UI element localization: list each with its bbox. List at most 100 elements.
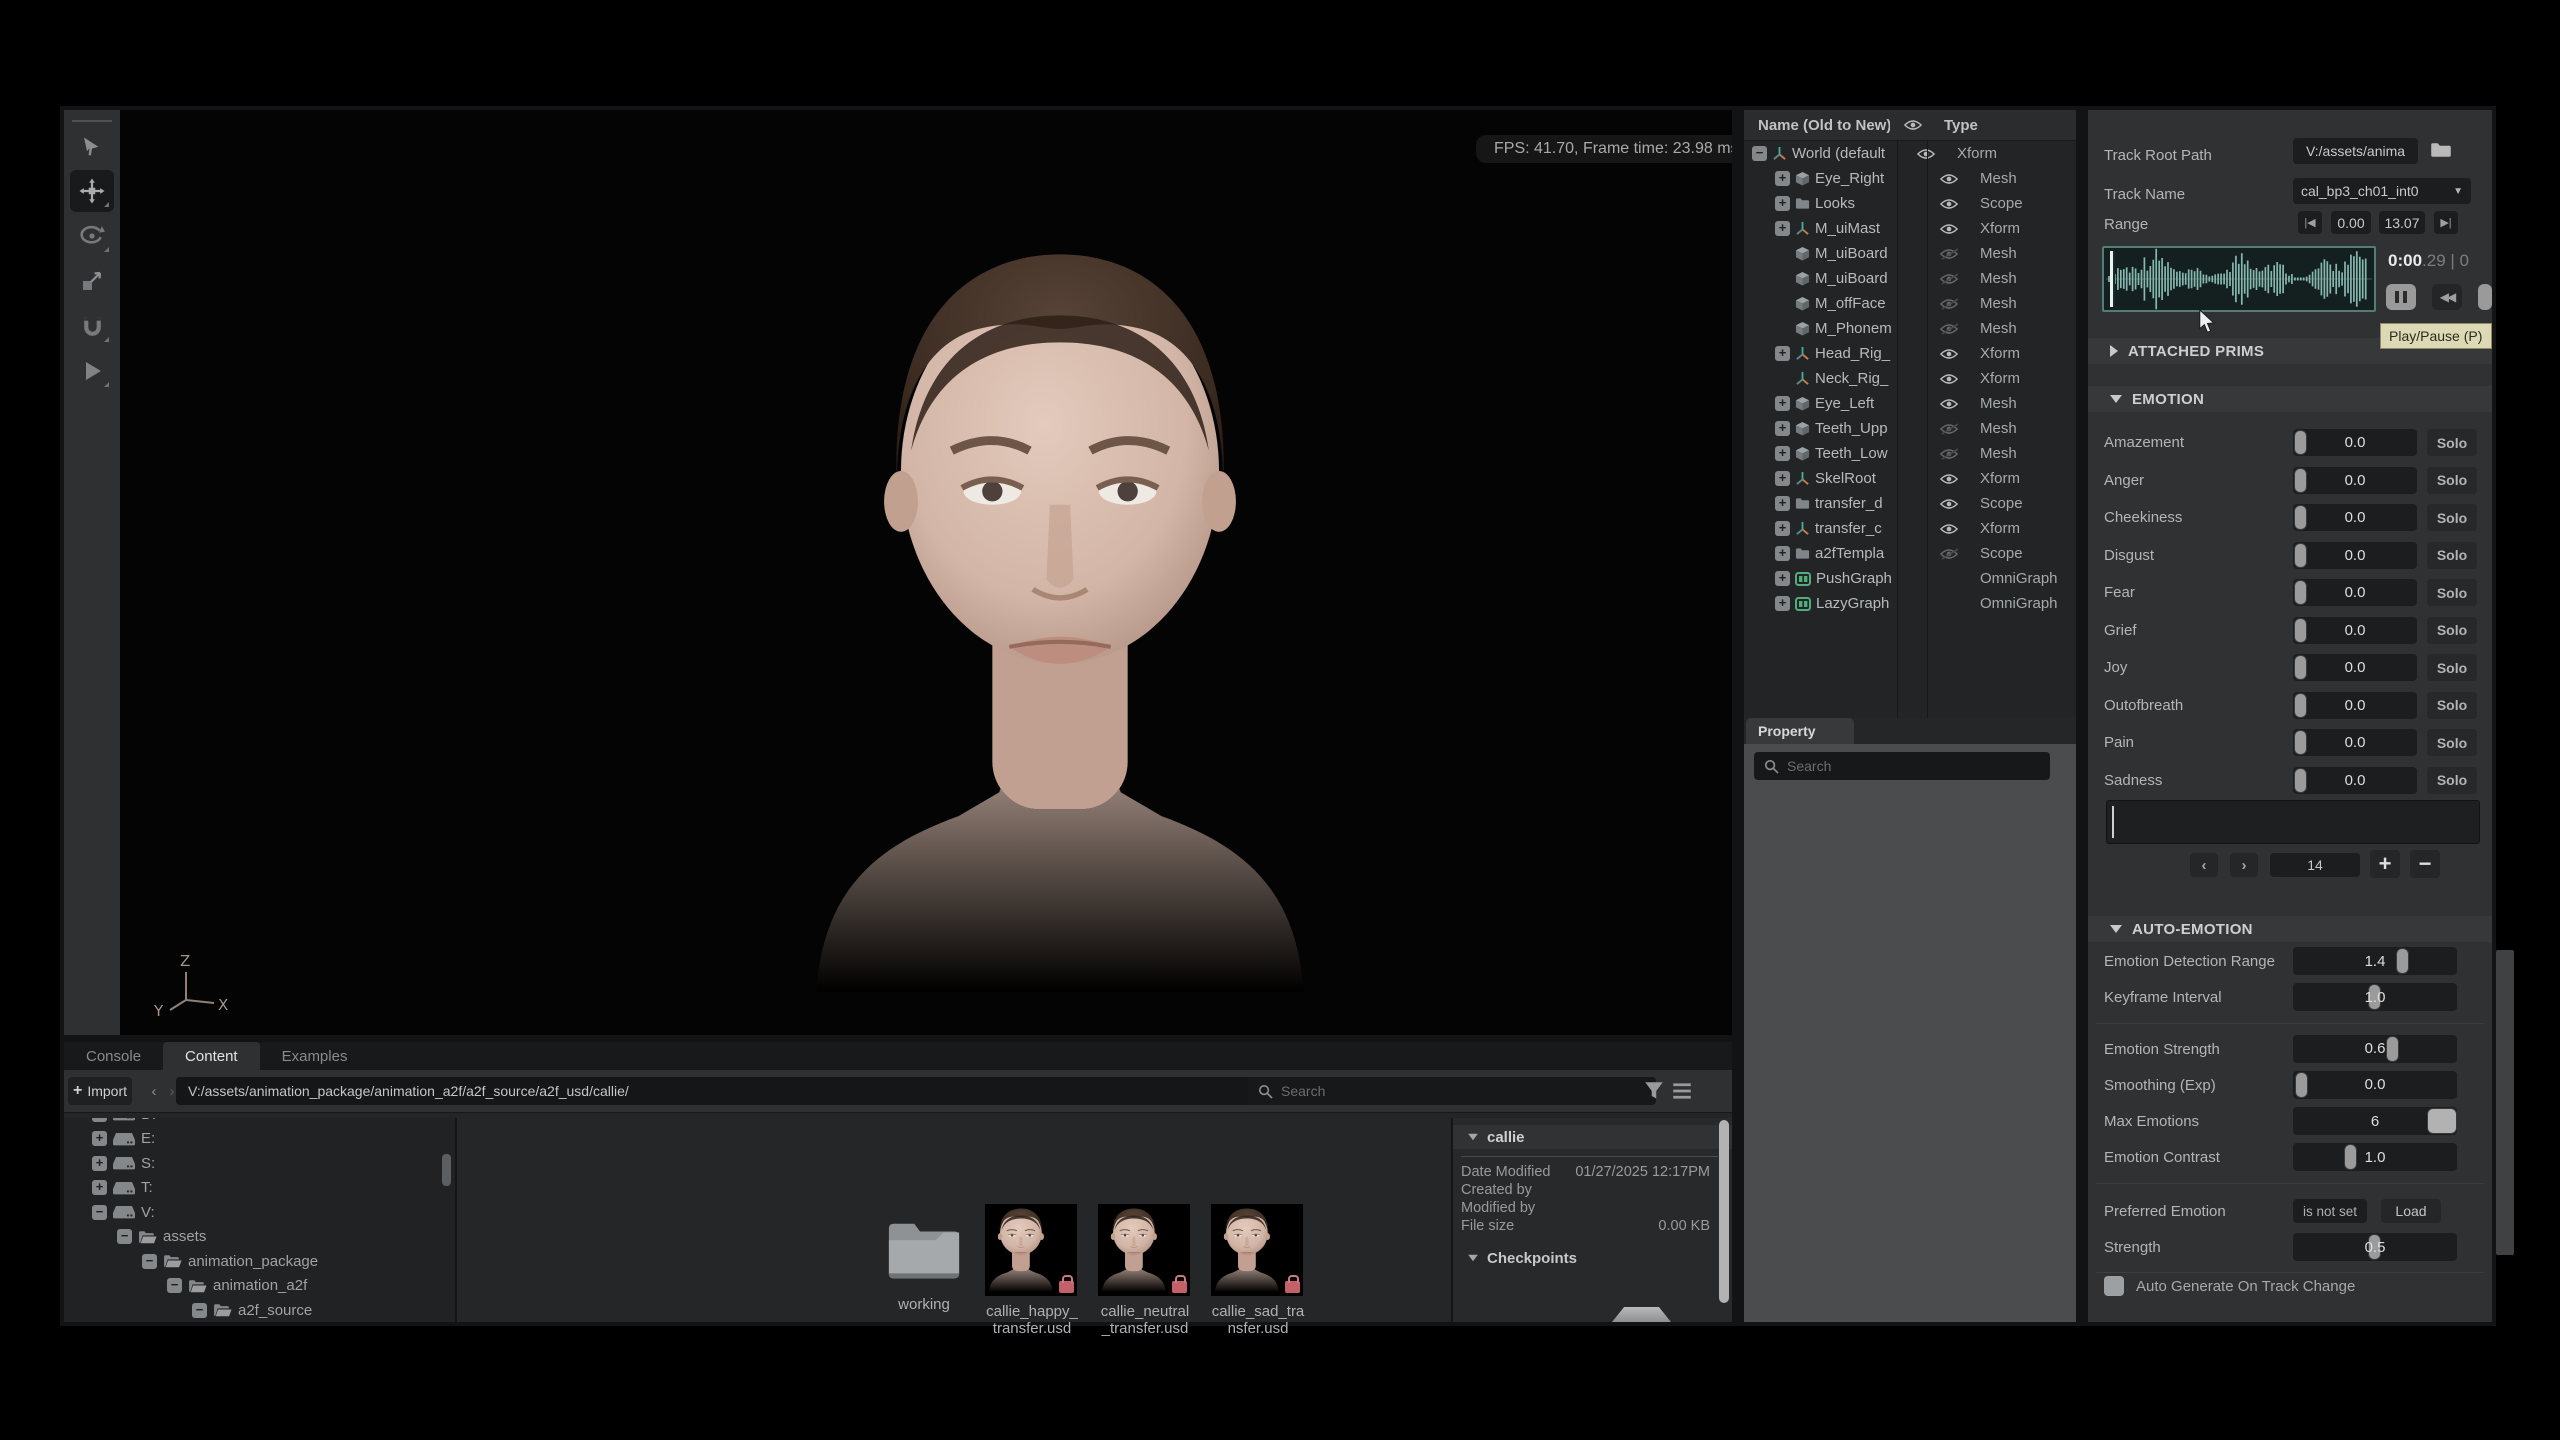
- select-tool-button[interactable]: [70, 125, 114, 167]
- visibility-eye-off-icon[interactable]: [1940, 448, 1958, 460]
- emotion-slider[interactable]: 0.0: [2293, 767, 2417, 794]
- preferred-emotion-value[interactable]: is not set: [2293, 1199, 2367, 1223]
- visibility-eye-off-icon[interactable]: [1940, 273, 1958, 285]
- snap-tool-button[interactable]: [70, 305, 114, 347]
- auto-generate-checkbox[interactable]: [2104, 1276, 2124, 1296]
- expand-toggle-icon[interactable]: [1775, 221, 1790, 236]
- stage-tree-row[interactable]: M_uiBoard Mesh: [1744, 266, 2076, 291]
- expand-toggle-icon[interactable]: [167, 1278, 182, 1293]
- visibility-eye-off-icon[interactable]: [1940, 423, 1958, 435]
- pause-button[interactable]: [2386, 284, 2416, 310]
- file-item[interactable]: callie_neutral_transfer.usd: [1098, 1204, 1192, 1337]
- expand-toggle-icon[interactable]: [1775, 446, 1790, 461]
- visibility-eye-icon[interactable]: [1940, 223, 1958, 235]
- tab-console[interactable]: Console: [64, 1042, 163, 1070]
- expand-toggle-icon[interactable]: [1775, 471, 1790, 486]
- stage-tree-row[interactable]: M_uiMast Xform: [1744, 216, 2076, 241]
- visibility-eye-icon[interactable]: [1917, 148, 1935, 160]
- visibility-eye-icon[interactable]: [1940, 373, 1958, 385]
- visibility-eye-icon[interactable]: [1940, 473, 1958, 485]
- visibility-eye-off-icon[interactable]: [1940, 248, 1958, 260]
- path-breadcrumb-field[interactable]: V:/assets/animation_package/animation_a2…: [176, 1077, 1253, 1105]
- file-item[interactable]: working: [877, 1204, 971, 1313]
- details-header[interactable]: callie: [1453, 1125, 1732, 1149]
- emotion-slider[interactable]: 0.0: [2293, 467, 2417, 494]
- emotion-slider[interactable]: 0.0: [2293, 504, 2417, 531]
- file-item[interactable]: callie_sad_transfer.usd: [1211, 1204, 1305, 1337]
- stage-col-type[interactable]: Type: [1922, 117, 1978, 134]
- emotion-slider[interactable]: 0.0: [2293, 692, 2417, 719]
- expand-toggle-icon[interactable]: [1775, 571, 1790, 586]
- filter-icon[interactable]: [1644, 1081, 1664, 1101]
- auto-emotion-slider[interactable]: 1.0: [2293, 983, 2457, 1011]
- add-keyframe-button[interactable]: +: [2370, 850, 2400, 878]
- details-scrollbar-handle[interactable]: [1719, 1120, 1729, 1303]
- skip-to-end-button[interactable]: ▶|: [2434, 211, 2458, 234]
- solo-button[interactable]: Solo: [2427, 542, 2477, 569]
- expand-toggle-icon[interactable]: [1775, 396, 1790, 411]
- expand-toggle-icon[interactable]: [92, 1118, 107, 1122]
- expand-toggle-icon[interactable]: [142, 1254, 157, 1269]
- solo-button[interactable]: Solo: [2427, 467, 2477, 494]
- stage-header-row[interactable]: Name (Old to New) Type: [1744, 110, 2076, 141]
- tab-content[interactable]: Content: [163, 1042, 260, 1070]
- solo-button[interactable]: Solo: [2427, 579, 2477, 606]
- expand-toggle-icon[interactable]: [1775, 196, 1790, 211]
- range-start-value[interactable]: 0.00: [2331, 211, 2371, 234]
- expand-toggle-icon[interactable]: [117, 1229, 132, 1244]
- prev-keyframe-button[interactable]: ‹: [2190, 853, 2218, 877]
- visibility-eye-icon[interactable]: [1940, 348, 1958, 360]
- solo-button[interactable]: Solo: [2427, 654, 2477, 681]
- stage-tree-row[interactable]: M_offFace Mesh: [1744, 291, 2076, 316]
- expand-toggle-icon[interactable]: [92, 1131, 107, 1146]
- track-name-dropdown[interactable]: cal_bp3_ch01_int0 ▼: [2293, 178, 2471, 204]
- play-button[interactable]: [70, 350, 114, 392]
- expand-toggle-icon[interactable]: [1775, 496, 1790, 511]
- expand-toggle-icon[interactable]: [1752, 146, 1767, 161]
- stage-tree-row[interactable]: Looks Scope: [1744, 191, 2076, 216]
- tab-examples[interactable]: Examples: [260, 1042, 370, 1070]
- solo-button[interactable]: Solo: [2427, 729, 2477, 756]
- expand-toggle-icon[interactable]: [1775, 346, 1790, 361]
- file-tree-row[interactable]: assets: [64, 1225, 455, 1250]
- solo-button[interactable]: Solo: [2427, 692, 2477, 719]
- expand-toggle-icon[interactable]: [1775, 521, 1790, 536]
- move-tool-button[interactable]: [70, 170, 114, 212]
- checkpoints-header[interactable]: Checkpoints: [1453, 1246, 1732, 1270]
- stage-tree-row[interactable]: Head_Rig_ Xform: [1744, 341, 2076, 366]
- visibility-eye-icon[interactable]: [1940, 198, 1958, 210]
- auto-emotion-slider[interactable]: 0.0: [2293, 1071, 2457, 1099]
- expand-toggle-icon[interactable]: [92, 1156, 107, 1171]
- emotion-slider[interactable]: 0.0: [2293, 542, 2417, 569]
- keyframe-count-field[interactable]: 14: [2270, 853, 2360, 877]
- strength-slider[interactable]: 0.5: [2293, 1233, 2457, 1261]
- file-tree-row[interactable]: T:: [64, 1176, 455, 1201]
- scale-tool-button[interactable]: [70, 260, 114, 302]
- visibility-eye-icon[interactable]: [1940, 498, 1958, 510]
- visibility-eye-off-icon[interactable]: [1940, 548, 1958, 560]
- stage-tree-row[interactable]: World (default Xform: [1744, 141, 2076, 166]
- next-keyframe-button[interactable]: ›: [2230, 853, 2258, 877]
- expand-toggle-icon[interactable]: [192, 1303, 207, 1318]
- emotion-keyframe-track[interactable]: [2106, 800, 2480, 844]
- file-tree-row[interactable]: V:: [64, 1200, 455, 1225]
- skip-to-start-button[interactable]: |◀: [2298, 211, 2322, 234]
- stage-tree-row[interactable]: LazyGraph OmniGraph: [1744, 591, 2076, 616]
- visibility-eye-off-icon[interactable]: [1940, 298, 1958, 310]
- auto-emotion-slider[interactable]: 6: [2293, 1107, 2457, 1135]
- file-tree-row[interactable]: D:: [64, 1118, 455, 1127]
- file-tree-row[interactable]: animation_package: [64, 1249, 455, 1274]
- solo-button[interactable]: Solo: [2427, 504, 2477, 531]
- import-button[interactable]: +Import: [68, 1077, 132, 1105]
- content-search-input[interactable]: Search: [1248, 1077, 1656, 1105]
- expand-toggle-icon[interactable]: [92, 1205, 107, 1220]
- expand-toggle-icon[interactable]: [92, 1180, 107, 1195]
- stage-tree-row[interactable]: a2fTempla Scope: [1744, 541, 2076, 566]
- stage-tree-row[interactable]: Eye_Left Mesh: [1744, 391, 2076, 416]
- emotion-slider[interactable]: 0.0: [2293, 429, 2417, 456]
- clipped-transport-button[interactable]: [2478, 284, 2492, 310]
- range-end-value[interactable]: 13.07: [2379, 211, 2425, 234]
- stage-tree-row[interactable]: M_Phonem Mesh: [1744, 316, 2076, 341]
- stage-tree-row[interactable]: SkelRoot Xform: [1744, 466, 2076, 491]
- remove-keyframe-button[interactable]: −: [2410, 850, 2440, 878]
